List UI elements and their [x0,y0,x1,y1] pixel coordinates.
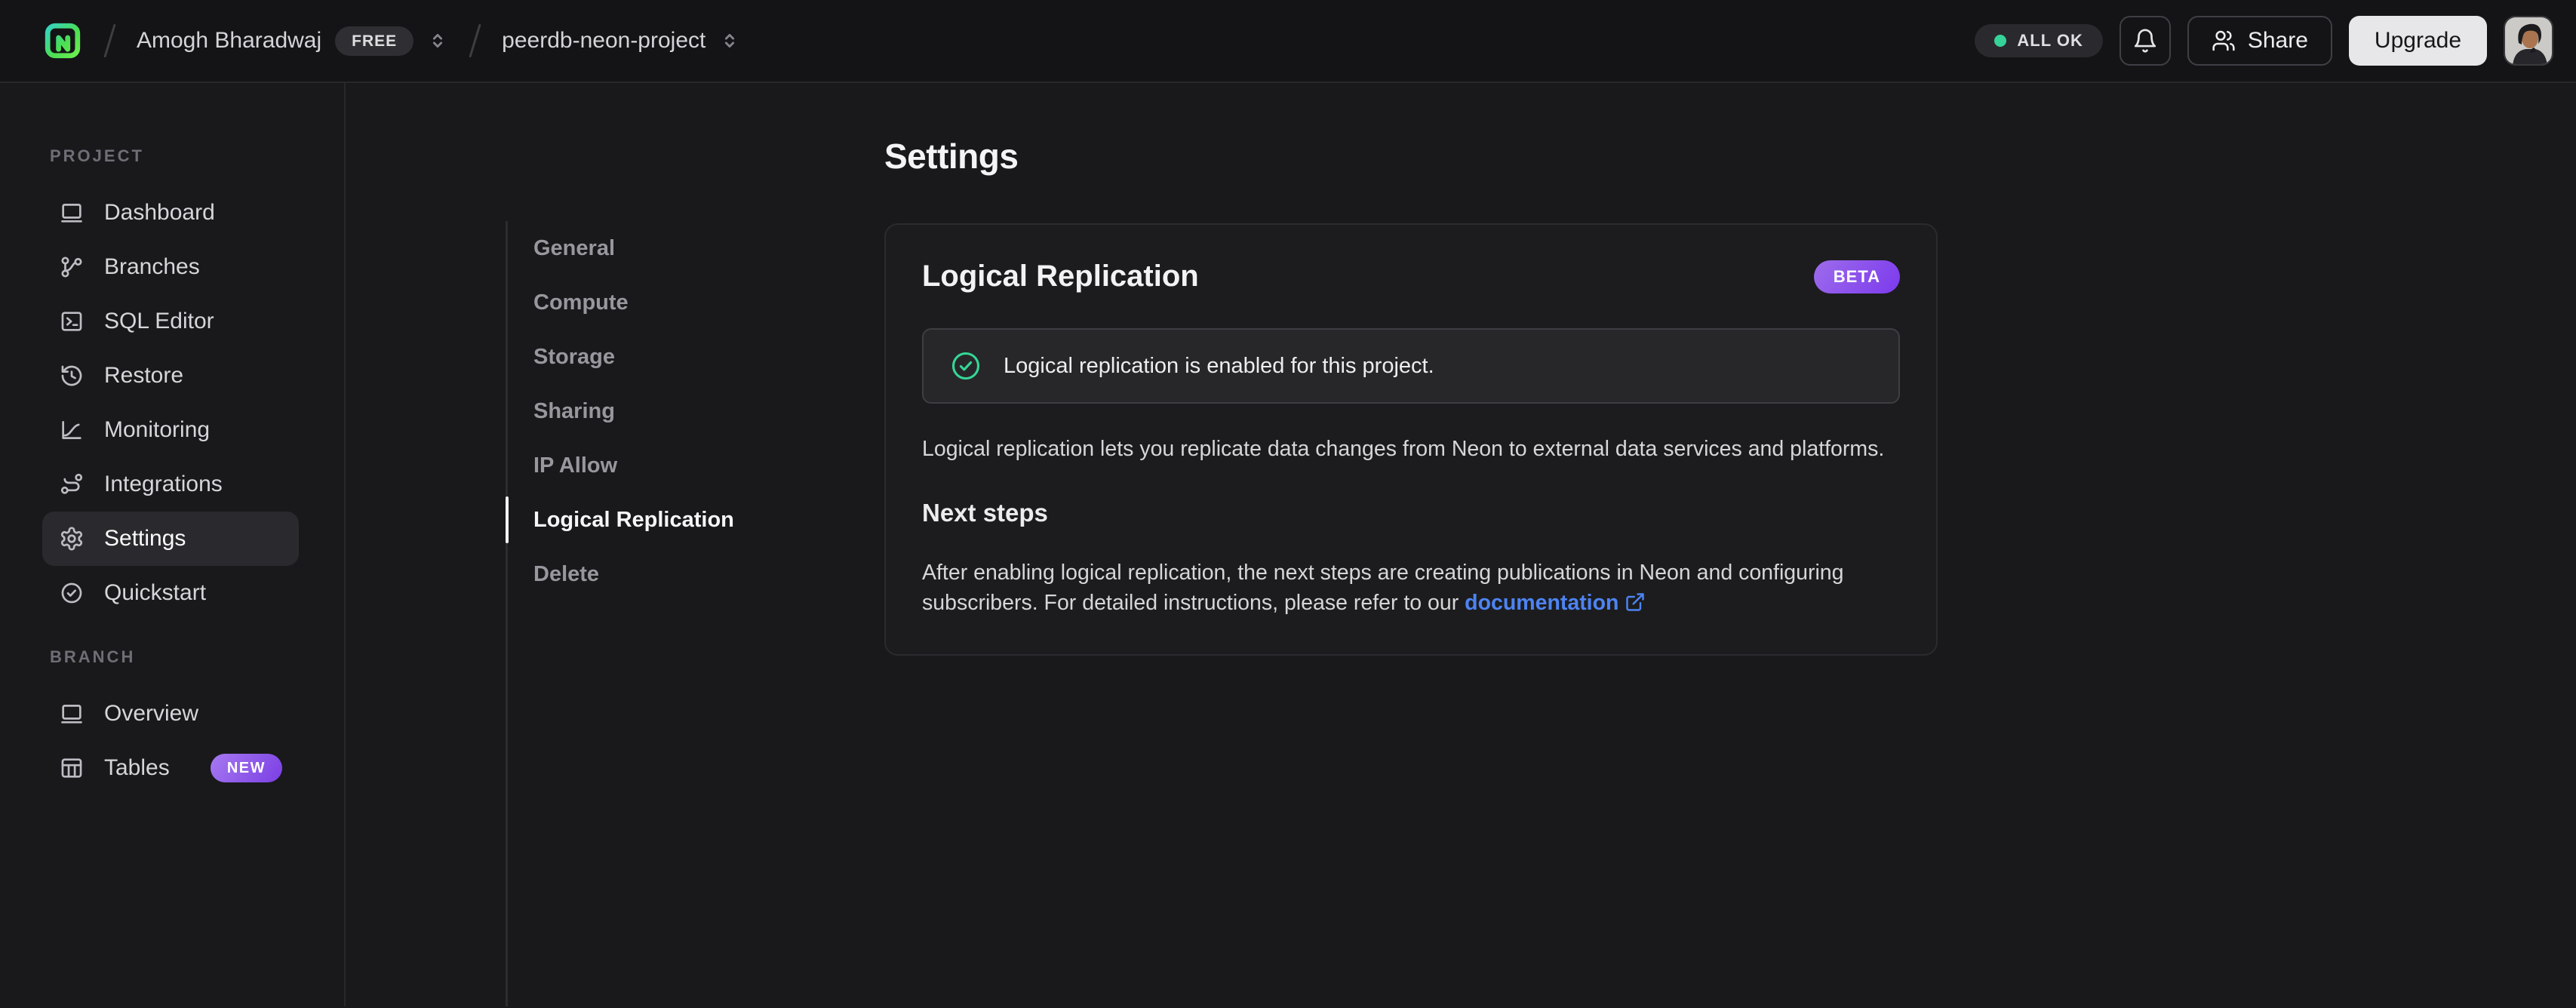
sidebar-item-label: Integrations [104,472,223,496]
route-icon [59,472,85,497]
topbar-actions: ALL OK Share Upgrade [1975,16,2553,66]
sidebar-item-overview[interactable]: Overview [42,687,299,741]
sidebar-item-label: Monitoring [104,417,211,442]
sidebar-item-label: Branches [104,254,200,279]
check-circle-icon [949,349,982,383]
beta-badge: BETA [1813,260,1900,293]
git-branch-icon [59,254,85,280]
sidebar-item-branches[interactable]: Branches [42,240,299,294]
window-icon [59,701,85,727]
sidebar-item-integrations[interactable]: Integrations [42,457,299,512]
history-icon [59,363,85,389]
settings-nav-storage[interactable]: Storage [508,330,884,384]
settings-nav-compute[interactable]: Compute [508,275,884,330]
topbar: Amogh Bharadwaj FREE peerdb-neon-project… [0,0,2576,83]
neon-logo-icon[interactable] [42,20,83,61]
sidebar-item-restore[interactable]: Restore [42,349,299,403]
check-circle-icon [59,580,85,606]
alert-text: Logical replication is enabled for this … [1004,353,1434,378]
sidebar-item-settings[interactable]: Settings [42,512,299,566]
bell-icon [2132,28,2158,54]
sidebar-item-label: Overview [104,701,199,726]
share-button[interactable]: Share [2187,16,2332,66]
chevron-up-down-icon[interactable] [719,30,740,51]
card-title: Logical Replication [922,260,1199,293]
table-icon [59,755,85,781]
sidebar-item-label: SQL Editor [104,309,214,333]
sidebar-item-dashboard[interactable]: Dashboard [42,186,299,240]
settings-nav-logical-replication[interactable]: Logical Replication [506,493,884,547]
new-badge: NEW [210,754,282,782]
sidebar-section-project: PROJECT [50,146,144,165]
users-icon [2212,29,2236,53]
settings-subnav: General Compute Storage Sharing IP Allow… [506,221,884,1006]
org-plan-badge: FREE [335,26,414,56]
sidebar-item-label: Quickstart [104,580,207,605]
sidebar-item-label: Tables [104,755,170,780]
sidebar-item-label: Dashboard [104,200,215,225]
status-ok-dot-icon [1994,35,2007,47]
next-steps-text: After enabling logical replication, the … [922,558,1900,618]
app-shell: PROJECT Dashboard Branches SQL Editor Re… [0,83,2576,1006]
documentation-link[interactable]: documentation [1465,591,1618,615]
share-label: Share [2247,28,2308,53]
terminal-icon [59,309,85,334]
settings-nav-ip-allow[interactable]: IP Allow [508,438,884,493]
page-title: Settings [884,137,1019,176]
project-name: peerdb-neon-project [502,28,706,53]
sidebar: PROJECT Dashboard Branches SQL Editor Re… [0,83,346,1006]
avatar[interactable] [2504,16,2553,66]
breadcrumb-divider [469,23,481,58]
gear-icon [59,526,85,552]
next-steps-text-before: After enabling logical replication, the … [922,561,1844,615]
logical-replication-card: Logical Replication BETA Logical replica… [884,223,1938,656]
settings-nav-delete[interactable]: Delete [508,547,884,601]
upgrade-button[interactable]: Upgrade [2348,16,2487,66]
replication-description: Logical replication lets you replicate d… [922,437,1885,461]
sidebar-item-label: Restore [104,363,184,388]
status-badge[interactable]: ALL OK [1975,24,2103,57]
chevron-up-down-icon[interactable] [427,30,448,51]
sidebar-item-quickstart[interactable]: Quickstart [42,566,299,620]
next-steps-title: Next steps [922,499,1048,527]
main-content: Settings Logical Replication BETA Logica… [884,83,1938,1006]
sidebar-item-monitoring[interactable]: Monitoring [42,403,299,457]
external-link-icon[interactable] [1625,592,1646,613]
dashboard-icon [59,200,85,226]
settings-nav-sharing[interactable]: Sharing [508,384,884,438]
sidebar-item-label: Settings [104,526,186,551]
status-label: ALL OK [2017,31,2083,50]
breadcrumb-project[interactable]: peerdb-neon-project [502,28,740,54]
sidebar-item-sql-editor[interactable]: SQL Editor [42,294,299,349]
breadcrumb-org[interactable]: Amogh Bharadwaj FREE [137,26,448,56]
upgrade-label: Upgrade [2374,28,2461,53]
sidebar-section-branch: BRANCH [50,647,136,666]
settings-nav-general[interactable]: General [508,221,884,275]
chart-icon [59,417,85,443]
breadcrumb-divider [103,23,116,58]
sidebar-item-tables[interactable]: Tables NEW [42,741,299,795]
replication-enabled-alert: Logical replication is enabled for this … [922,328,1900,404]
org-name: Amogh Bharadwaj [137,28,322,53]
notifications-button[interactable] [2119,16,2171,66]
